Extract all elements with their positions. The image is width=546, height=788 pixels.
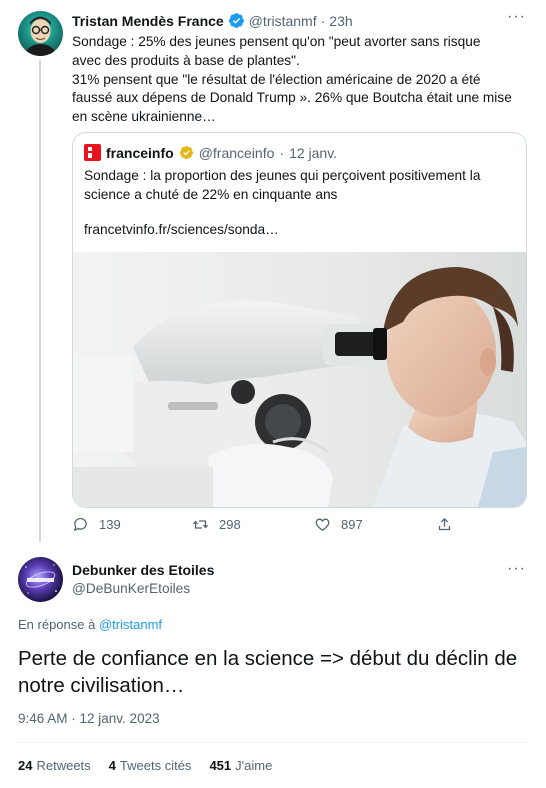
- likes-stat-count: 451: [209, 758, 232, 773]
- quoted-tweet-link[interactable]: francetvinfo.fr/sciences/sonda…: [84, 222, 279, 237]
- divider: [18, 742, 528, 743]
- quoted-author-handle: @franceinfo: [198, 144, 275, 161]
- quoted-separator: ·: [279, 144, 285, 161]
- quoted-tweet-header: franceinfo @franceinfo · 12 janv.: [84, 144, 337, 161]
- reply-count: 139: [99, 517, 121, 532]
- quotes-stat-count: 4: [108, 758, 116, 773]
- like-count: 897: [341, 517, 363, 532]
- quoted-author-name: franceinfo: [106, 144, 174, 161]
- reply-author-handle[interactable]: @DeBunKerEtoiles: [72, 581, 190, 596]
- retweet-count: 298: [219, 517, 241, 532]
- reply-author-avatar[interactable]: [18, 557, 63, 602]
- retweets-stat-label: Retweets: [36, 758, 91, 773]
- quoted-date: 12 janv.: [289, 144, 338, 161]
- retweet-icon: [192, 520, 209, 529]
- tweet-text: Sondage : 25% des jeunes pensent qu'on "…: [72, 33, 512, 127]
- retweets-stat-count: 24: [18, 758, 33, 773]
- reply-button[interactable]: 139: [72, 516, 121, 533]
- galaxy-avatar-icon: [25, 564, 57, 594]
- reply-more-options-icon[interactable]: ···: [507, 560, 526, 578]
- likes-stat-label: J'aime: [235, 758, 273, 773]
- microscope-photo[interactable]: [73, 252, 526, 507]
- tweet-actions: 139 298 897: [72, 516, 512, 538]
- retweet-button[interactable]: 298: [192, 516, 241, 533]
- tweet-text-line2: 31% pensent que "le résultat de l'électi…: [72, 71, 512, 125]
- original-tweet[interactable]: Tristan Mendès France @tristanmf · 23h ·…: [0, 0, 546, 550]
- author-handle[interactable]: @tristanmf: [249, 13, 317, 29]
- avatar-portrait-icon: [24, 16, 57, 56]
- like-button[interactable]: 897: [314, 516, 363, 533]
- verified-badge-icon: [228, 13, 244, 28]
- retweets-stat[interactable]: 24 Retweets: [18, 758, 91, 773]
- reply-prefix: En réponse à: [18, 617, 96, 632]
- more-options-icon[interactable]: ···: [507, 8, 526, 26]
- reply-stats: 24 Retweets 4 Tweets cités 451 J'aime: [18, 758, 272, 773]
- header-separator: ·: [320, 12, 326, 29]
- author-avatar[interactable]: [18, 11, 63, 56]
- heart-icon: [315, 518, 330, 531]
- tweet-time[interactable]: 23h: [329, 13, 352, 29]
- reply-target-link[interactable]: @tristanmf: [99, 617, 162, 632]
- gold-verified-badge-icon: [179, 145, 193, 160]
- thread-line: [39, 60, 41, 542]
- quotes-stat[interactable]: 4 Tweets cités: [109, 758, 192, 773]
- tweet-header: Tristan Mendès France @tristanmf · 23h: [72, 12, 353, 29]
- quoted-tweet-text: Sondage : la proportion des jeunes qui p…: [84, 168, 481, 202]
- reply-author-name[interactable]: Debunker des Etoiles: [72, 562, 214, 578]
- share-button[interactable]: [436, 516, 453, 533]
- tweet-text-line1: Sondage : 25% des jeunes pensent qu'on "…: [72, 34, 481, 68]
- quoted-tweet-card[interactable]: franceinfo @franceinfo · 12 janv. Sondag…: [72, 132, 527, 508]
- share-icon: [438, 517, 451, 531]
- reply-icon: [73, 517, 87, 532]
- reply-context: En réponse à @tristanmf: [18, 617, 162, 632]
- likes-stat[interactable]: 451 J'aime: [209, 758, 272, 773]
- franceinfo-logo-icon: [84, 144, 101, 161]
- quotes-stat-label: Tweets cités: [119, 758, 192, 773]
- reply-timestamp[interactable]: 9:46 AM · 12 janv. 2023: [18, 711, 160, 726]
- reply-text: Perte de confiance en la science => débu…: [18, 647, 518, 697]
- author-name[interactable]: Tristan Mendès France: [72, 13, 224, 29]
